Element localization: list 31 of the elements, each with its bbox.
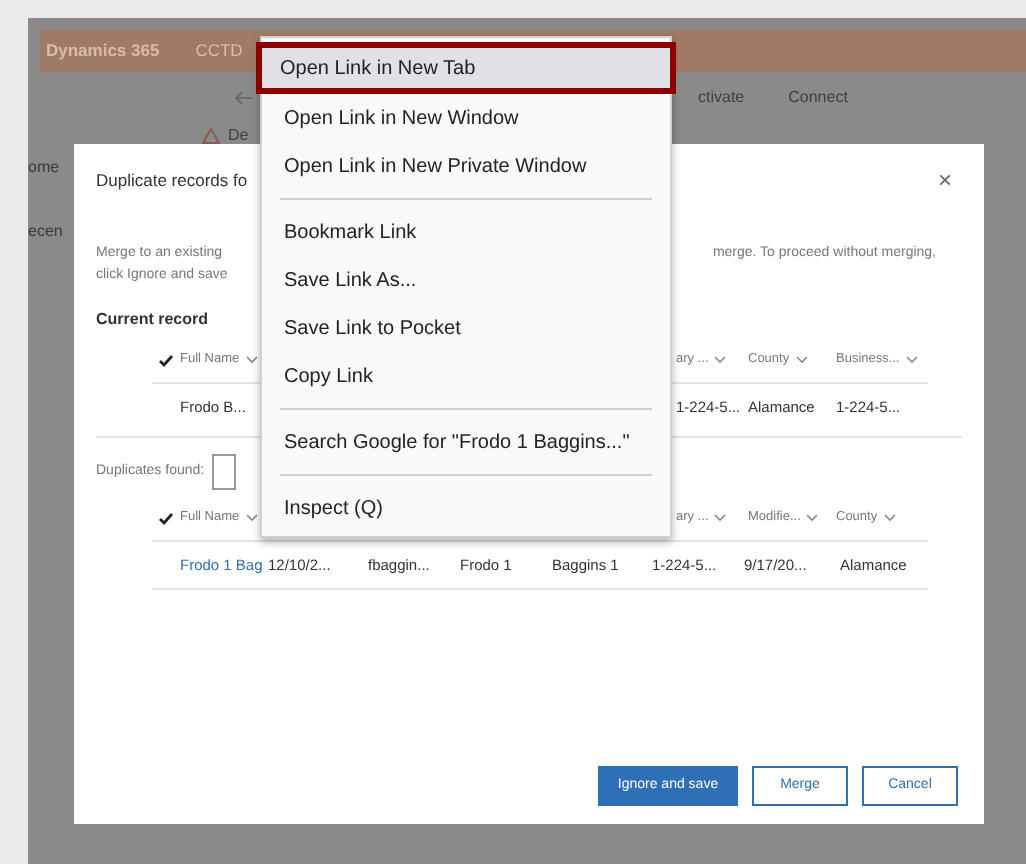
brand-label: Dynamics 365 <box>46 38 160 64</box>
chevron-down-icon[interactable] <box>245 514 258 523</box>
chevron-down-icon[interactable] <box>714 356 727 365</box>
dialog-title: Duplicate records fo <box>96 168 248 194</box>
close-button[interactable]: × <box>937 168 952 193</box>
menu-item[interactable]: Save Link As... <box>262 256 670 304</box>
chevron-down-icon[interactable] <box>795 356 808 365</box>
area-label: CCTD <box>195 38 243 64</box>
menu-item[interactable]: Open Link in New Private Window <box>262 142 670 190</box>
menu-item[interactable]: Inspect (Q) <box>262 484 670 532</box>
menu-item[interactable]: Save Link to Pocket <box>262 304 670 352</box>
toolbar-button[interactable]: Connect <box>788 86 848 110</box>
chevron-down-icon[interactable] <box>245 356 258 365</box>
section-label: Current record <box>96 309 209 328</box>
sidebar-item[interactable]: ome <box>28 156 60 180</box>
chevron-down-icon[interactable] <box>883 514 896 523</box>
chevron-down-icon[interactable] <box>714 514 727 523</box>
menu-item[interactable]: Search Google for "Frodo 1 Baggins..." <box>262 418 670 466</box>
menu-item[interactable]: Bookmark Link <box>262 208 670 256</box>
chevron-down-icon[interactable] <box>806 514 819 523</box>
toolbar-button[interactable]: ctivate <box>698 86 745 110</box>
chevron-down-icon[interactable] <box>905 356 918 365</box>
check-mark-icon[interactable] <box>158 511 174 526</box>
check-mark-icon[interactable] <box>158 353 174 368</box>
menu-item[interactable]: Open Link in New Tab <box>256 42 676 94</box>
warning-icon <box>202 128 220 144</box>
dropdown-field[interactable] <box>212 453 237 490</box>
menu-item[interactable]: Open Link in New Window <box>262 94 670 142</box>
sidebar-item[interactable]: ecen <box>28 220 63 244</box>
menu-item[interactable]: Copy Link <box>262 352 670 400</box>
notification-text: De <box>228 124 249 148</box>
